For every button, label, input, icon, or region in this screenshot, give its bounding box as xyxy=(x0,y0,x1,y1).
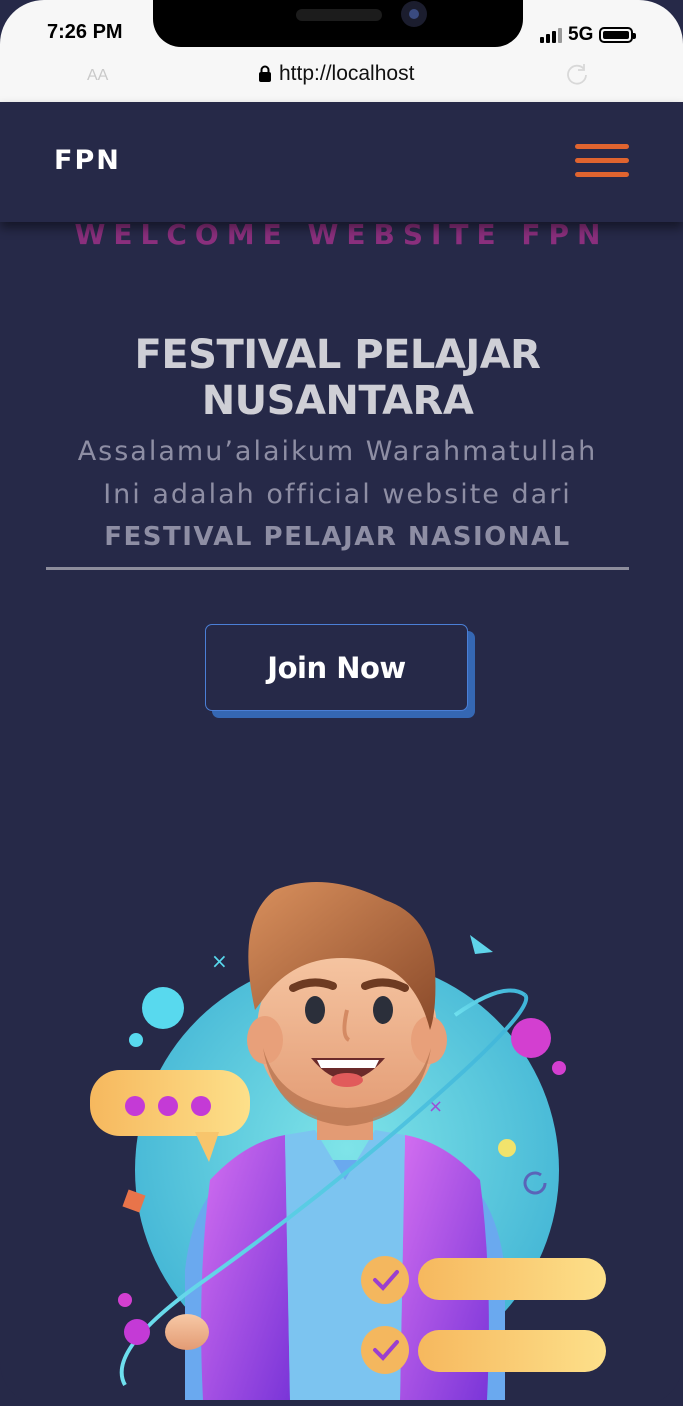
signal-icon xyxy=(540,27,562,43)
status-time: 7:26 PM xyxy=(47,21,123,43)
network-type: 5G xyxy=(568,24,594,45)
site-navbar: FPN xyxy=(0,102,683,222)
welcome-heading: WELCOME WEBSITE FPN xyxy=(74,218,609,251)
status-indicators: 5G xyxy=(540,24,637,46)
greeting-line: Assalamu’alaikum Warahmatullah xyxy=(77,436,598,467)
url-text: http://localhost xyxy=(279,62,415,85)
intro-line: Ini adalah official website dari xyxy=(103,479,572,510)
divider xyxy=(46,567,629,570)
address-bar[interactable]: http://localhost xyxy=(258,62,414,86)
hamburger-menu-icon[interactable] xyxy=(575,142,631,180)
speaker-grille xyxy=(296,9,382,21)
device-notch xyxy=(153,0,523,47)
brand-logo[interactable]: FPN xyxy=(54,145,121,176)
page-title: FESTIVAL PELAJAR NUSANTARA xyxy=(134,332,541,424)
battery-icon xyxy=(599,27,637,43)
text-size-button[interactable]: AA xyxy=(87,67,108,85)
reload-icon[interactable] xyxy=(563,60,591,88)
browser-chrome: 7:26 PM 5G AA http://localhost xyxy=(0,0,683,102)
camera-icon xyxy=(401,1,427,27)
lock-icon xyxy=(259,65,271,82)
phone-screen: 7:26 PM 5G AA http://localhost FPN WELCO… xyxy=(0,0,683,1406)
hero-illustration: × × xyxy=(90,882,606,1400)
join-now-button[interactable]: Join Now xyxy=(205,624,468,711)
organization-name: FESTIVAL PELAJAR NASIONAL xyxy=(104,522,571,552)
svg-text:×: × xyxy=(211,949,228,973)
